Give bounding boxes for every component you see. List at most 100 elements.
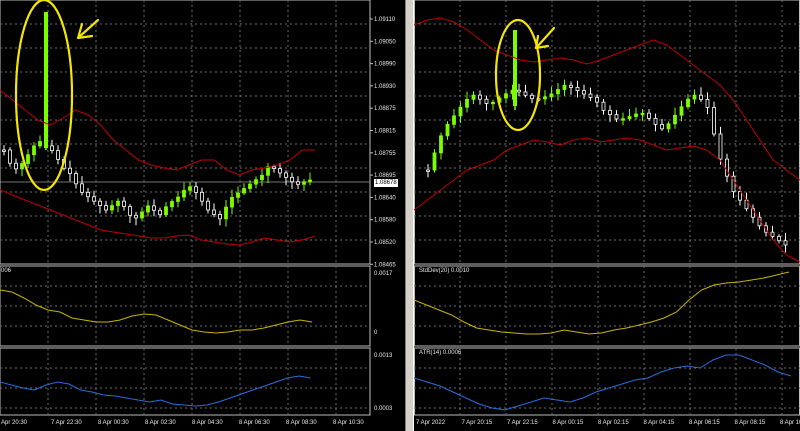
right-main-frame [414,0,800,265]
right-candle-body [673,114,677,125]
right-candle-body [608,109,612,116]
right-candle-body [426,169,430,172]
right-candle-body [595,97,599,103]
left-candle-body [308,179,312,183]
left-candle-body [68,167,72,174]
right-candle-body [588,93,593,98]
right-stddev-label: StdDev(20) 0.0010 [419,268,470,274]
left-candle-body [152,205,156,211]
right-candle-body [640,112,645,116]
left-candle-body [296,181,300,185]
left-candle-body [92,196,96,202]
right-candle-body [634,113,638,117]
right-candle-body [614,114,619,120]
right-candle-body [699,94,703,100]
right-candle-body [666,123,671,130]
left-candle-body [134,214,138,219]
right-candle-body [783,240,788,246]
left-stddev-line [0,289,313,334]
left-candle-body [26,154,30,164]
right-candle-body [777,236,781,242]
right-annotation-arrow [534,26,556,50]
right-spike-candle-body [513,30,517,106]
left-candle-body [32,145,36,156]
chart-splitter[interactable] [405,0,414,431]
right-candle-body [478,94,482,100]
right-chart-window[interactable]: 7 Apr 2022 7 Apr 20:15 7 Apr 22:15 8 Apr 00… [414,0,800,431]
left-candle-body [302,181,306,185]
left-candle-body [110,205,114,211]
left-atr-bottom-tick: 0.0003 [374,406,393,412]
left-price-tick-label: 1.08815 [374,129,396,135]
left-candle-body [104,205,108,211]
left-candle-body [14,162,18,170]
right-candle-body [718,133,723,160]
right-time-label: 8 Apr 04:15 [644,420,675,426]
left-candle-body [212,209,216,215]
left-candle-body [194,186,198,193]
left-candle-body [98,200,102,206]
right-annotation-circle [494,18,542,132]
right-candle-body [601,101,606,111]
left-candle-body [80,183,84,193]
right-candle-body [549,93,554,98]
left-price-tick-label: 1.08930 [374,84,396,90]
left-price-tick-label: 1.08875 [374,106,396,112]
right-candle-body [575,87,580,92]
left-candle-body [224,206,228,220]
right-time-label: 8 Apr 02:15 [598,420,629,426]
left-candle-body [206,200,210,211]
left-price-tick-label: 1.08755 [374,151,396,157]
left-candle-body [242,188,246,194]
left-price-tick-label: 1.08580 [374,218,396,224]
left-price-tick-label: 1.08465 [374,262,396,268]
left-candle-body [278,168,282,174]
left-candle-body [266,166,270,176]
right-candle-body [725,158,729,177]
right-chart-canvas[interactable]: 7 Apr 2022 7 Apr 20:15 7 Apr 22:15 8 Apr 00… [414,0,800,431]
right-candle-body [660,123,664,130]
right-atr-line [414,354,792,411]
right-candle-body [705,99,710,108]
right-candle-body [484,98,489,104]
left-candle-body [230,196,234,208]
left-candle-body [176,196,180,202]
left-chart-canvas[interactable]: 1.09110 1.09050 1.08990 1.08930 1.08875 1.088… [0,0,405,431]
right-time-label: 7 Apr 22:15 [507,420,538,426]
left-time-label: 8 Apr 02:30 [145,420,176,426]
right-stddev-frame [414,265,800,347]
left-main-frame [0,0,371,265]
left-stddev-top-tick: 0.0017 [374,271,393,277]
left-time-label: Apr 20:30 [1,420,28,426]
right-candle-body [432,152,437,171]
left-atr-line [0,375,311,407]
right-candle-body [452,115,456,125]
left-candle-body [200,191,204,202]
left-price-tick-label: 1.09110 [374,17,396,23]
left-candle-body [8,149,12,164]
left-candle-body [188,186,192,191]
left-candle-body [140,211,144,219]
right-candle-body [504,93,508,99]
left-spike-candle-body [44,12,48,148]
left-chart-window[interactable]: 1.09110 1.09050 1.08990 1.08930 1.08875 1.088… [0,0,405,431]
left-candle-body [116,200,120,206]
left-time-label: 8 Apr 00:30 [98,420,129,426]
right-candle-body [627,116,632,120]
right-candle-body [543,96,547,100]
left-candle-body [290,176,294,183]
right-candle-body [621,118,625,121]
right-atr-label: ATR(14) 0.0006 [419,350,462,356]
right-candle-body [465,98,469,108]
left-price-tick-label: 1.09050 [374,39,396,45]
right-candle-body [458,106,463,117]
left-price-tick-label: 1.08640 [374,195,396,201]
left-price-tick-label: 1.08520 [374,240,396,246]
left-candle-body [170,201,174,208]
left-atr-top-tick: 0.0013 [374,353,393,359]
left-candle-body [122,200,126,207]
left-candle-body [2,149,6,152]
right-candle-body [445,123,450,137]
right-time-label: 8 Apr 00:15 [553,420,584,426]
right-candle-body [562,84,567,90]
